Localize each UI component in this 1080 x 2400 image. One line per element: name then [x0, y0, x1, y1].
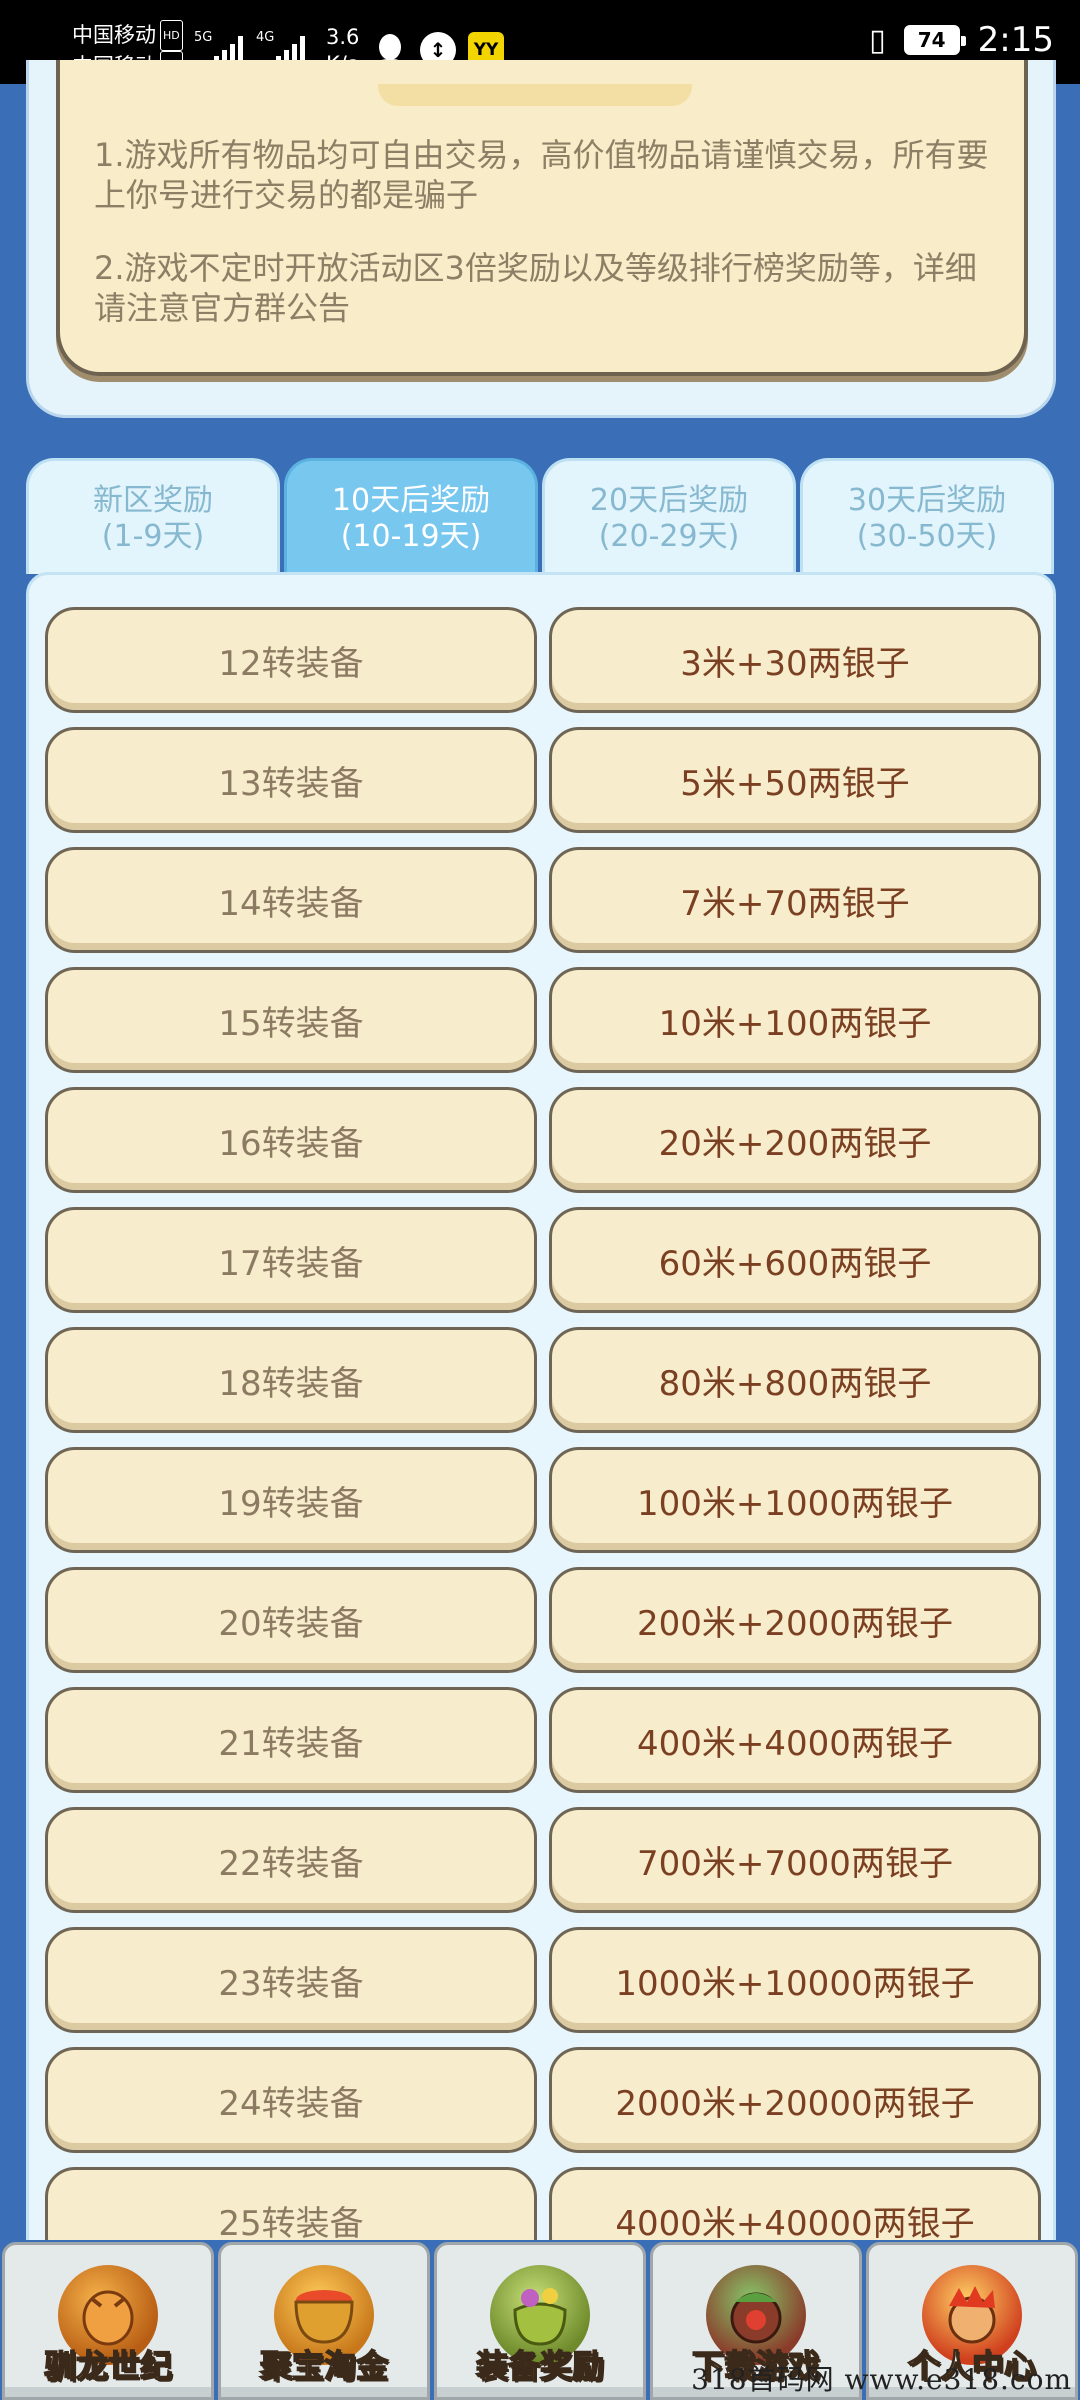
reward-row: 23转装备 1000米+10000两银子 — [45, 1927, 1043, 2035]
watermark: 318首码网 www.e318.com — [691, 2363, 1072, 2396]
reward-cell: 200米+2000两银子 — [549, 1567, 1041, 1673]
equip-cell: 14转装备 — [45, 847, 537, 953]
network-speed-value: 3.6 — [326, 25, 360, 49]
equip-cell: 23转装备 — [45, 1927, 537, 2033]
tab-30-days[interactable]: 30天后奖励 (30-50天) — [800, 458, 1054, 574]
notice-line-1: 1.游戏所有物品均可自由交易，高价值物品请谨慎交易，所有要上你号进行交易的都是骗… — [94, 136, 989, 214]
reward-cell: 80米+800两银子 — [549, 1327, 1041, 1433]
reward-row: 12转装备 3米+30两银子 — [45, 607, 1043, 715]
reward-row: 14转装备 7米+70两银子 — [45, 847, 1043, 955]
reward-cell: 10米+100两银子 — [549, 967, 1041, 1073]
equip-cell: 15转装备 — [45, 967, 537, 1073]
tab-title: 30天后奖励 — [847, 483, 1007, 518]
equip-cell: 19转装备 — [45, 1447, 537, 1553]
nav-label: 装备奖励 — [475, 2346, 605, 2386]
equip-cell: 12转装备 — [45, 607, 537, 713]
equip-cell: 13转装备 — [45, 727, 537, 833]
nav-label: 驯龙世纪 — [43, 2346, 173, 2386]
tab-range: (1-9天) — [101, 519, 205, 554]
reward-row: 19转装备 100米+1000两银子 — [45, 1447, 1043, 1555]
reward-cell: 5米+50两银子 — [549, 727, 1041, 833]
notice-line-2: 2.游戏不定时开放活动区3倍奖励以及等级排行榜奖励等，详细请注意官方群公告 — [94, 249, 977, 327]
nav-label: 聚宝淘金 — [259, 2346, 389, 2386]
reward-cell: 3米+30两银子 — [549, 607, 1041, 713]
battery-icon: 74 — [903, 25, 966, 55]
equip-cell: 21转装备 — [45, 1687, 537, 1793]
reward-row: 20转装备 200米+2000两银子 — [45, 1567, 1043, 1675]
equip-cell: 22转装备 — [45, 1807, 537, 1913]
network-5g-label: 5G — [194, 30, 213, 45]
reward-row: 15转装备 10米+100两银子 — [45, 967, 1043, 1075]
tab-title: 新区奖励 — [93, 483, 213, 518]
reward-cell: 7米+70两银子 — [549, 847, 1041, 953]
notice-card-tab — [378, 84, 692, 106]
reward-cell: 60米+600两银子 — [549, 1207, 1041, 1313]
tab-title: 20天后奖励 — [589, 483, 749, 518]
notice-card — [56, 60, 1028, 376]
reward-cell: 100米+1000两银子 — [549, 1447, 1041, 1553]
tab-new-server[interactable]: 新区奖励 (1-9天) — [26, 458, 280, 574]
network-4g-label: 4G — [256, 30, 275, 45]
equip-cell: 16转装备 — [45, 1087, 537, 1193]
tab-10-days[interactable]: 10天后奖励 (10-19天) — [284, 458, 538, 574]
tab-20-days[interactable]: 20天后奖励 (20-29天) — [542, 458, 796, 574]
reward-tabs: 新区奖励 (1-9天) 10天后奖励 (10-19天) 20天后奖励 (20-2… — [26, 458, 1056, 574]
reward-cell: 400米+4000两银子 — [549, 1687, 1041, 1793]
reward-row: 18转装备 80米+800两银子 — [45, 1327, 1043, 1435]
reward-row: 16转装备 20米+200两银子 — [45, 1087, 1043, 1195]
vibrate-icon: ▯ — [869, 22, 886, 58]
tab-range: (20-29天) — [598, 519, 740, 554]
nav-dragon-era[interactable]: 驯龙世纪 — [2, 2242, 214, 2400]
tab-range: (10-19天) — [340, 519, 482, 554]
carrier-1: 中国移动 — [72, 23, 156, 47]
reward-list-panel: 12转装备 3米+30两银子 13转装备 5米+50两银子 14转装备 7米+7… — [26, 572, 1056, 2273]
hd-badge-1: HD — [160, 20, 183, 51]
equip-cell: 24转装备 — [45, 2047, 537, 2153]
reward-row: 21转装备 400米+4000两银子 — [45, 1687, 1043, 1795]
reward-cell: 1000米+10000两银子 — [549, 1927, 1041, 2033]
equip-cell: 18转装备 — [45, 1327, 537, 1433]
reward-row: 22转装备 700米+7000两银子 — [45, 1807, 1043, 1915]
nav-treasure[interactable]: 聚宝淘金 — [218, 2242, 430, 2400]
reward-row: 17转装备 60米+600两银子 — [45, 1207, 1043, 1315]
tab-range: (30-50天) — [856, 519, 998, 554]
reward-row: 24转装备 2000米+20000两银子 — [45, 2047, 1043, 2155]
reward-row: 13转装备 5米+50两银子 — [45, 727, 1043, 835]
equip-cell: 20转装备 — [45, 1567, 537, 1673]
nav-equipment-reward[interactable]: 装备奖励 — [434, 2242, 646, 2400]
reward-cell: 700米+7000两银子 — [549, 1807, 1041, 1913]
equip-cell: 17转装备 — [45, 1207, 537, 1313]
status-right: ▯ 74 2:15 — [869, 20, 1054, 60]
clock: 2:15 — [977, 20, 1054, 60]
reward-cell: 2000米+20000两银子 — [549, 2047, 1041, 2153]
tab-title: 10天后奖励 — [331, 483, 491, 518]
reward-cell: 20米+200两银子 — [549, 1087, 1041, 1193]
